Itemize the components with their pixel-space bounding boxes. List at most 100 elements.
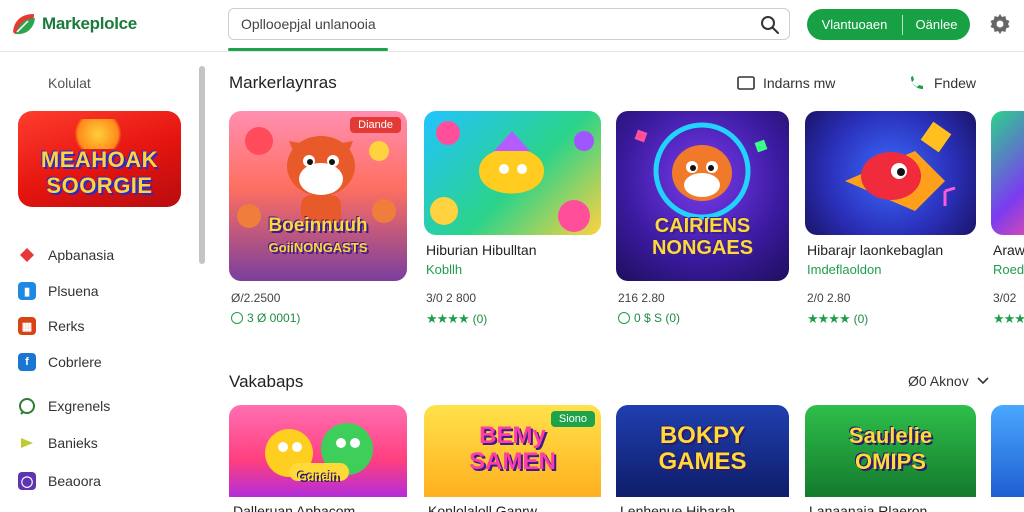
- game-title-art: BOKPY GAMES: [616, 423, 789, 475]
- app-card[interactable]: Siono BEMy SAMEN Konlolaloll Ganrw: [424, 405, 601, 512]
- app-logo[interactable]: Markeplolce: [10, 10, 137, 38]
- app-card[interactable]: Hiburian Hibulltan Kobllh 3/0 2 800 ★★★★…: [424, 111, 601, 326]
- fish-music-art: [845, 121, 956, 211]
- card-title: Konlolaloll Ganrw: [428, 503, 537, 512]
- card-meta: 2/0 2.80: [807, 291, 851, 305]
- card-meta: Ø/2.2500: [231, 291, 281, 305]
- follow-label: Fndew: [934, 75, 977, 91]
- sidebar-item-label: Exgrenels: [48, 398, 111, 414]
- app-thumbnail[interactable]: Diande Boeinnuuh GoiiNONGASTS: [229, 111, 407, 281]
- phone-icon: [911, 76, 923, 89]
- game-title-art: CAIRIENS NONGAES: [616, 215, 789, 259]
- sidebar-item-rerks[interactable]: ▦ Rerks: [18, 317, 85, 335]
- card-rating: 3 Ø 0001): [231, 311, 300, 325]
- follow-link[interactable]: Fndew: [908, 75, 976, 91]
- card-badge: Diande: [350, 117, 401, 133]
- sidebar-item-exgrenels[interactable]: Exgrenels: [18, 397, 110, 415]
- window-icon: [737, 76, 755, 90]
- app-card[interactable]: [991, 405, 1024, 512]
- card-title: Lanaanaia Rlaeron: [809, 503, 928, 512]
- rating-stars-icon: ★★★★: [426, 311, 470, 326]
- app-card[interactable]: Saulelie OMIPS Lanaanaia Rlaeron: [805, 405, 976, 512]
- app-card[interactable]: CAIRIENS NONGAES 216 2.80 0 $ S (0): [616, 111, 789, 325]
- bookmark-icon: ▮: [18, 282, 36, 300]
- leaf-logo-icon: [13, 14, 35, 35]
- sidebar-item-label: Banieks: [48, 435, 98, 451]
- app-card[interactable]: Hibarajr laonkebaglan Imdeflaoldon 2/0 2…: [805, 111, 976, 326]
- app-thumbnail[interactable]: Gonein: [229, 405, 407, 497]
- card-title: Lenhenue Hibarah: [620, 503, 736, 512]
- diamond-icon: [18, 246, 36, 264]
- card-meta: 3/02: [993, 291, 1017, 305]
- see-all-label: Ø0 Aknov: [908, 373, 969, 389]
- card-rating: ★★★★: [993, 311, 1024, 327]
- app-card[interactable]: Gonein Dalleruan Apbacom: [229, 405, 407, 512]
- game-title-line2: SAMEN: [469, 448, 556, 475]
- sidebar-item-banieks[interactable]: Banieks: [18, 434, 98, 452]
- rating-stars-icon: ★★★★: [993, 311, 1024, 326]
- header-primary-button[interactable]: Vlantuoaen: [807, 17, 902, 32]
- app-thumbnail[interactable]: CAIRIENS NONGAES: [616, 111, 789, 281]
- sidebar-item-label: Apbanasia: [48, 247, 115, 263]
- chat-icon: [18, 397, 36, 415]
- game-title-line2: Gonein: [297, 469, 339, 483]
- card-subtitle: Kobllh: [426, 262, 463, 277]
- puzzle-icon: ▦: [18, 317, 36, 335]
- sidebar-item-cobrlere[interactable]: f Cobrlere: [18, 353, 102, 371]
- card-subtitle: Roedl: [993, 262, 1024, 277]
- search-input[interactable]: Opllooepjal unlanooia: [228, 8, 790, 40]
- card-subtitle: Imdeflaoldon: [807, 262, 882, 277]
- app-card[interactable]: BOKPY GAMES Lenhenue Hibarah: [616, 405, 789, 512]
- game-title-art: BEMy SAMEN: [424, 423, 601, 475]
- search-text: Opllooepjal unlanooia: [241, 16, 376, 32]
- app-card[interactable]: Diande Boeinnuuh GoiiNONGASTS Ø/2.2500 3…: [229, 111, 407, 325]
- gear-icon[interactable]: [988, 12, 1012, 36]
- search-icon[interactable]: [759, 14, 781, 36]
- card-title: Hibarajr laonkebaglan: [807, 242, 944, 258]
- sidebar-item-label: Beaoora: [48, 473, 101, 489]
- featured-title-line2: SOORGIE: [46, 173, 153, 198]
- game-title-line2: GoiiNONGASTS: [268, 240, 368, 255]
- app-thumbnail[interactable]: Saulelie OMIPS: [805, 405, 976, 497]
- rating-text: (0): [472, 312, 488, 326]
- sidebar-item-apbanasia[interactable]: Apbanasia: [18, 246, 114, 264]
- app-thumbnail[interactable]: [424, 111, 601, 235]
- account-button-group[interactable]: Vlantuoaen Oänlee: [807, 9, 970, 40]
- facebook-icon: f: [18, 353, 36, 371]
- chevron-down-icon: [977, 377, 989, 385]
- card-meta: 216 2.80: [618, 291, 665, 305]
- game-title-art: Boeinnuuh GoiiNONGASTS: [229, 215, 407, 259]
- see-all-link[interactable]: Ø0 Aknov: [908, 373, 989, 389]
- sidebar-item-label: Rerks: [48, 318, 85, 334]
- circle-icon: ◯: [18, 472, 36, 490]
- game-title-art: Saulelie OMIPS: [805, 423, 976, 475]
- candy-art: [430, 121, 594, 232]
- sidebar-scrollbar[interactable]: [199, 66, 205, 264]
- view-more-link[interactable]: Indarns mw: [737, 75, 835, 91]
- rating-text: 0 $ S (0): [634, 311, 681, 325]
- app-thumbnail[interactable]: [991, 405, 1024, 497]
- app-card[interactable]: Arawl Roedl 3/02 ★★★★: [991, 111, 1024, 331]
- featured-title: MEAHOAK SOORGIE: [18, 147, 181, 199]
- top-bar: Markeplolce Opllooepjal unlanooia Vlantu…: [0, 0, 1024, 52]
- game-title-line1: CAIRIENS: [654, 215, 751, 237]
- app-thumbnail[interactable]: BOKPY GAMES: [616, 405, 789, 497]
- game-title-line2: OMIPS: [855, 449, 926, 474]
- sidebar-item-plsuena[interactable]: ▮ Plsuena: [18, 282, 99, 300]
- featured-banner[interactable]: MEAHOAK SOORGIE: [18, 111, 181, 207]
- rating-circle-icon: [618, 312, 630, 324]
- sidebar: Kolulat MEAHOAK SOORGIE Apbanasia ▮ Plsu…: [0, 53, 200, 512]
- app-thumbnail[interactable]: [991, 111, 1024, 235]
- featured-title-line1: MEAHOAK: [40, 147, 159, 172]
- app-thumbnail[interactable]: Siono BEMy SAMEN: [424, 405, 601, 497]
- rating-text: 3 Ø 0001): [247, 311, 301, 325]
- rating-text: (0): [853, 312, 869, 326]
- rating-stars-icon: ★★★★: [807, 311, 851, 326]
- sidebar-item-beaoora[interactable]: ◯ Beaoora: [18, 472, 101, 490]
- gamepad-icon: [18, 434, 36, 452]
- header-secondary-button[interactable]: Oänlee: [903, 17, 970, 32]
- rating-circle-icon: [231, 312, 243, 324]
- card-meta: 3/0 2 800: [426, 291, 477, 305]
- view-more-label: Indarns mw: [763, 75, 836, 91]
- app-thumbnail[interactable]: [805, 111, 976, 235]
